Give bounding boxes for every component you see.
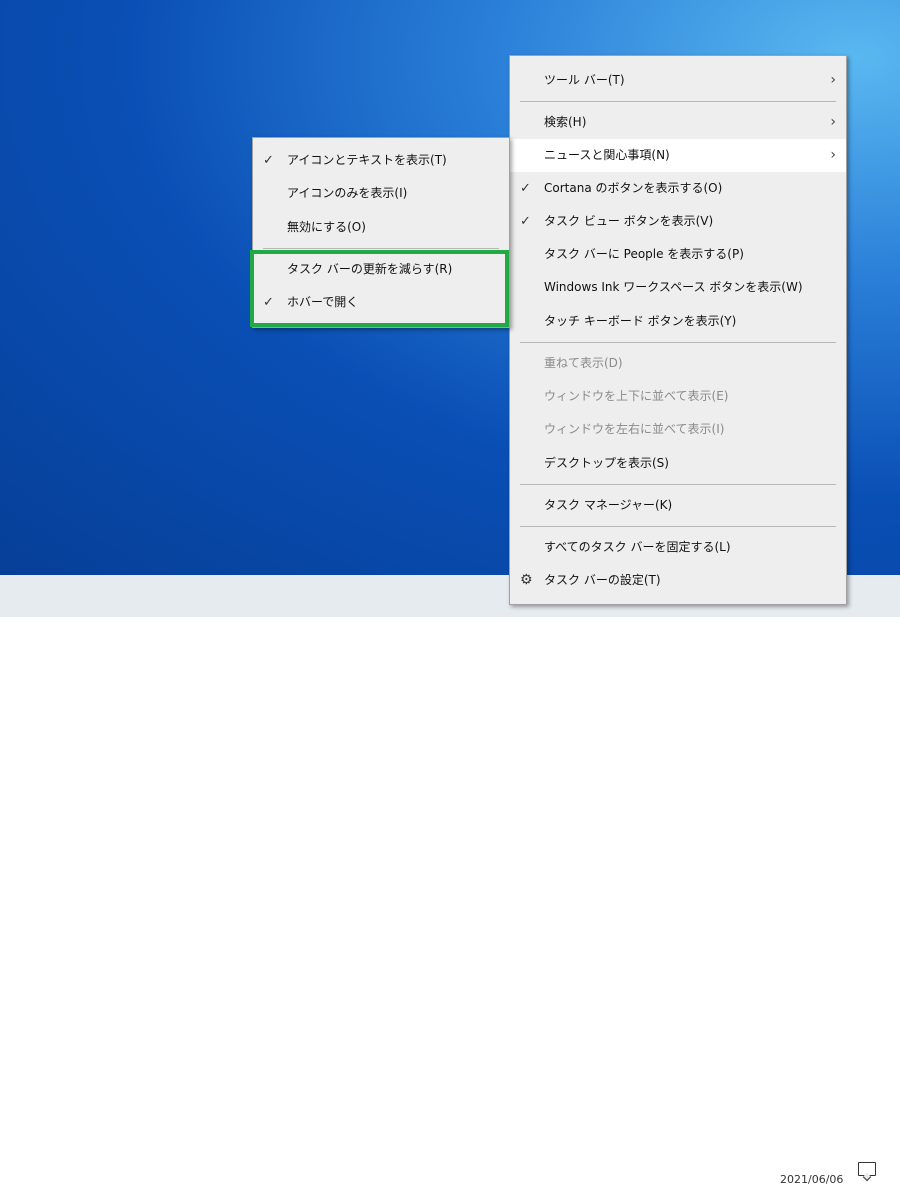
taskbar-context-menu: ツール バー(T) › 検索(H) › ニュースと関心事項(N) › ✓ Cortana… <box>509 55 847 605</box>
menu-item-touch-keyboard[interactable]: タッチ キーボード ボタンを表示(Y) <box>510 305 846 338</box>
menu-item-label: ウィンドウを上下に並べて表示(E) <box>544 389 729 403</box>
submenu-item-icon-only[interactable]: アイコンのみを表示(I) <box>253 177 509 210</box>
menu-item-search[interactable]: 検索(H) › <box>510 106 846 139</box>
menu-item-taskbar-settings[interactable]: ⚙ タスク バーの設定(T) <box>510 564 846 597</box>
menu-item-label: デスクトップを表示(S) <box>544 456 669 470</box>
submenu-item-disable[interactable]: 無効にする(O) <box>253 211 509 244</box>
menu-item-toolbar[interactable]: ツール バー(T) › <box>510 64 846 97</box>
separator <box>263 248 499 249</box>
menu-item-label: タッチ キーボード ボタンを表示(Y) <box>544 314 737 328</box>
check-icon: ✓ <box>520 214 531 229</box>
separator <box>520 484 836 485</box>
separator <box>520 526 836 527</box>
menu-item-label: ニュースと関心事項(N) <box>544 148 670 162</box>
action-center-icon[interactable] <box>858 1162 876 1176</box>
menu-item-stack: ウィンドウを上下に並べて表示(E) <box>510 380 846 413</box>
taskbar-date[interactable]: 2021/06/06 <box>780 1173 843 1186</box>
menu-item-label: 重ねて表示(D) <box>544 356 623 370</box>
menu-item-label: タスク ビュー ボタンを表示(V) <box>544 214 714 228</box>
menu-item-cascade: 重ねて表示(D) <box>510 347 846 380</box>
chevron-right-icon: › <box>830 72 836 88</box>
chevron-right-icon: › <box>830 114 836 130</box>
menu-item-label: アイコンとテキストを表示(T) <box>287 153 447 167</box>
gear-icon: ⚙ <box>520 572 533 588</box>
menu-item-task-manager[interactable]: タスク マネージャー(K) <box>510 489 846 522</box>
menu-item-news-interests[interactable]: ニュースと関心事項(N) › <box>510 139 846 172</box>
menu-item-label: Cortana のボタンを表示する(O) <box>544 181 723 195</box>
menu-item-label: アイコンのみを表示(I) <box>287 186 408 200</box>
menu-item-label: タスク バーの設定(T) <box>544 573 661 587</box>
separator <box>520 101 836 102</box>
highlight-box <box>250 250 509 327</box>
menu-item-people[interactable]: タスク バーに People を表示する(P) <box>510 238 846 271</box>
menu-item-label: Windows Ink ワークスペース ボタンを表示(W) <box>544 280 803 294</box>
menu-item-show-desktop[interactable]: デスクトップを表示(S) <box>510 447 846 480</box>
menu-item-label: ツール バー(T) <box>544 73 625 87</box>
menu-item-cortana[interactable]: ✓ Cortana のボタンを表示する(O) <box>510 172 846 205</box>
menu-item-task-view[interactable]: ✓ タスク ビュー ボタンを表示(V) <box>510 205 846 238</box>
submenu-item-icon-and-text[interactable]: ✓ アイコンとテキストを表示(T) <box>253 144 509 177</box>
menu-item-side-by-side: ウィンドウを左右に並べて表示(I) <box>510 413 846 446</box>
menu-item-windows-ink[interactable]: Windows Ink ワークスペース ボタンを表示(W) <box>510 271 846 304</box>
menu-item-label: タスク マネージャー(K) <box>544 498 673 512</box>
check-icon: ✓ <box>520 181 531 196</box>
menu-item-label: 無効にする(O) <box>287 220 366 234</box>
menu-item-lock-taskbars[interactable]: すべてのタスク バーを固定する(L) <box>510 531 846 564</box>
check-icon: ✓ <box>263 153 274 168</box>
chevron-right-icon: › <box>830 147 836 163</box>
separator <box>520 342 836 343</box>
menu-item-label: 検索(H) <box>544 115 587 129</box>
menu-item-label: タスク バーに People を表示する(P) <box>544 247 744 261</box>
menu-item-label: ウィンドウを左右に並べて表示(I) <box>544 422 725 436</box>
menu-item-label: すべてのタスク バーを固定する(L) <box>544 540 731 554</box>
